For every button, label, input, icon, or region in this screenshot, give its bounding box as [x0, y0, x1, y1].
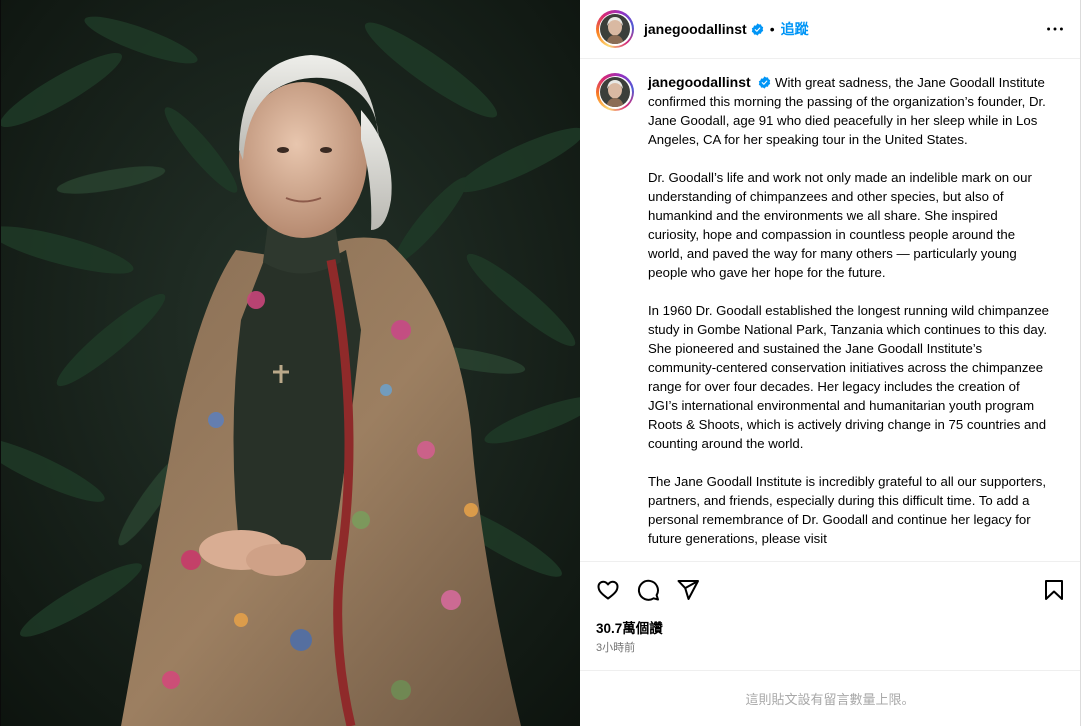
- post-caption: janegoodallinst With great sadness, the …: [648, 73, 1050, 561]
- post-photo[interactable]: [0, 0, 580, 726]
- post-detail-panel: janegoodallinst • 追蹤 janegoodallinst Wit…: [580, 0, 1081, 726]
- separator-dot: •: [769, 21, 775, 37]
- caption-paragraph: The Jane Goodall Institute is incredibly…: [648, 474, 1047, 546]
- caption-username[interactable]: janegoodallinst: [648, 74, 751, 90]
- caption-scroll-area[interactable]: janegoodallinst With great sadness, the …: [580, 59, 1080, 562]
- more-options-icon[interactable]: [1044, 18, 1066, 40]
- caption-avatar[interactable]: [596, 73, 634, 111]
- like-count[interactable]: 30.7萬個讚: [580, 618, 1080, 640]
- post-actions-bar: [580, 562, 1080, 618]
- portrait-image: [1, 0, 580, 726]
- post-timestamp[interactable]: 3小時前: [580, 640, 1080, 660]
- verified-badge-icon: [751, 22, 764, 36]
- avatar[interactable]: [596, 10, 634, 48]
- caption-paragraph: Dr. Goodall’s life and work not only mad…: [648, 170, 1032, 280]
- heart-icon[interactable]: [596, 578, 620, 602]
- caption-paragraph: In 1960 Dr. Goodall established the long…: [648, 303, 1050, 451]
- post-header: janegoodallinst • 追蹤: [580, 0, 1080, 59]
- avatar-image: [600, 14, 630, 44]
- follow-button[interactable]: 追蹤: [781, 19, 809, 39]
- comment-icon[interactable]: [636, 578, 660, 602]
- verified-badge-icon: [758, 76, 771, 89]
- comments-limited-notice: 這則貼文設有留言數量上限。: [580, 670, 1080, 726]
- share-icon[interactable]: [676, 578, 700, 602]
- post-author-username[interactable]: janegoodallinst: [644, 21, 747, 37]
- avatar-image: [600, 77, 630, 107]
- bookmark-icon[interactable]: [1042, 578, 1066, 602]
- instagram-post-view: janegoodallinst • 追蹤 janegoodallinst Wit…: [0, 0, 1081, 726]
- caption-paragraph: janegoodallinst With great sadness, the …: [648, 73, 1050, 149]
